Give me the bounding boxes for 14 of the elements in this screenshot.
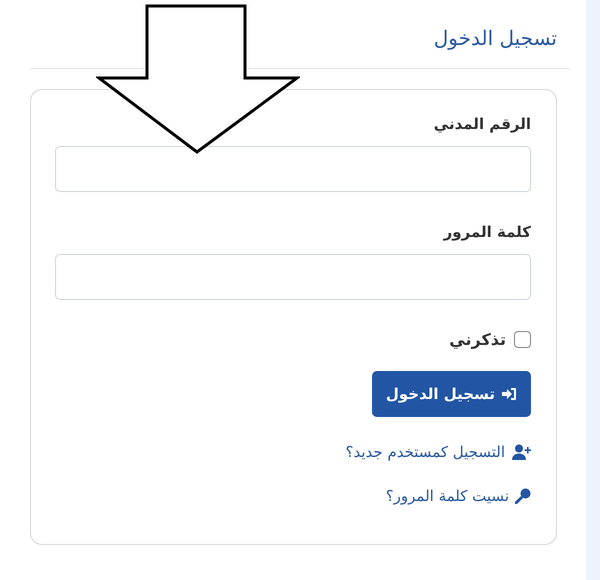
down-arrow-icon	[96, 4, 300, 156]
input-field[interactable]	[55, 254, 531, 300]
text-link[interactable]: نسيت كلمة المرور؟	[386, 487, 509, 505]
sign-in-icon	[501, 387, 517, 401]
input-field[interactable]	[55, 146, 531, 192]
key-icon	[515, 488, 531, 504]
user-plus-icon	[511, 444, 531, 460]
page-title: تسجيل الدخول	[434, 26, 557, 50]
text-link[interactable]: التسجيل كمستخدم جديد؟	[346, 443, 505, 461]
remember-checkbox[interactable]	[514, 331, 531, 348]
login-button[interactable]: تسجيل الدخول	[372, 371, 531, 417]
field-label: كلمة المرور	[444, 223, 531, 241]
field-label: الرقم المدني	[434, 115, 531, 133]
checkbox-label: تذكرني	[449, 330, 506, 349]
